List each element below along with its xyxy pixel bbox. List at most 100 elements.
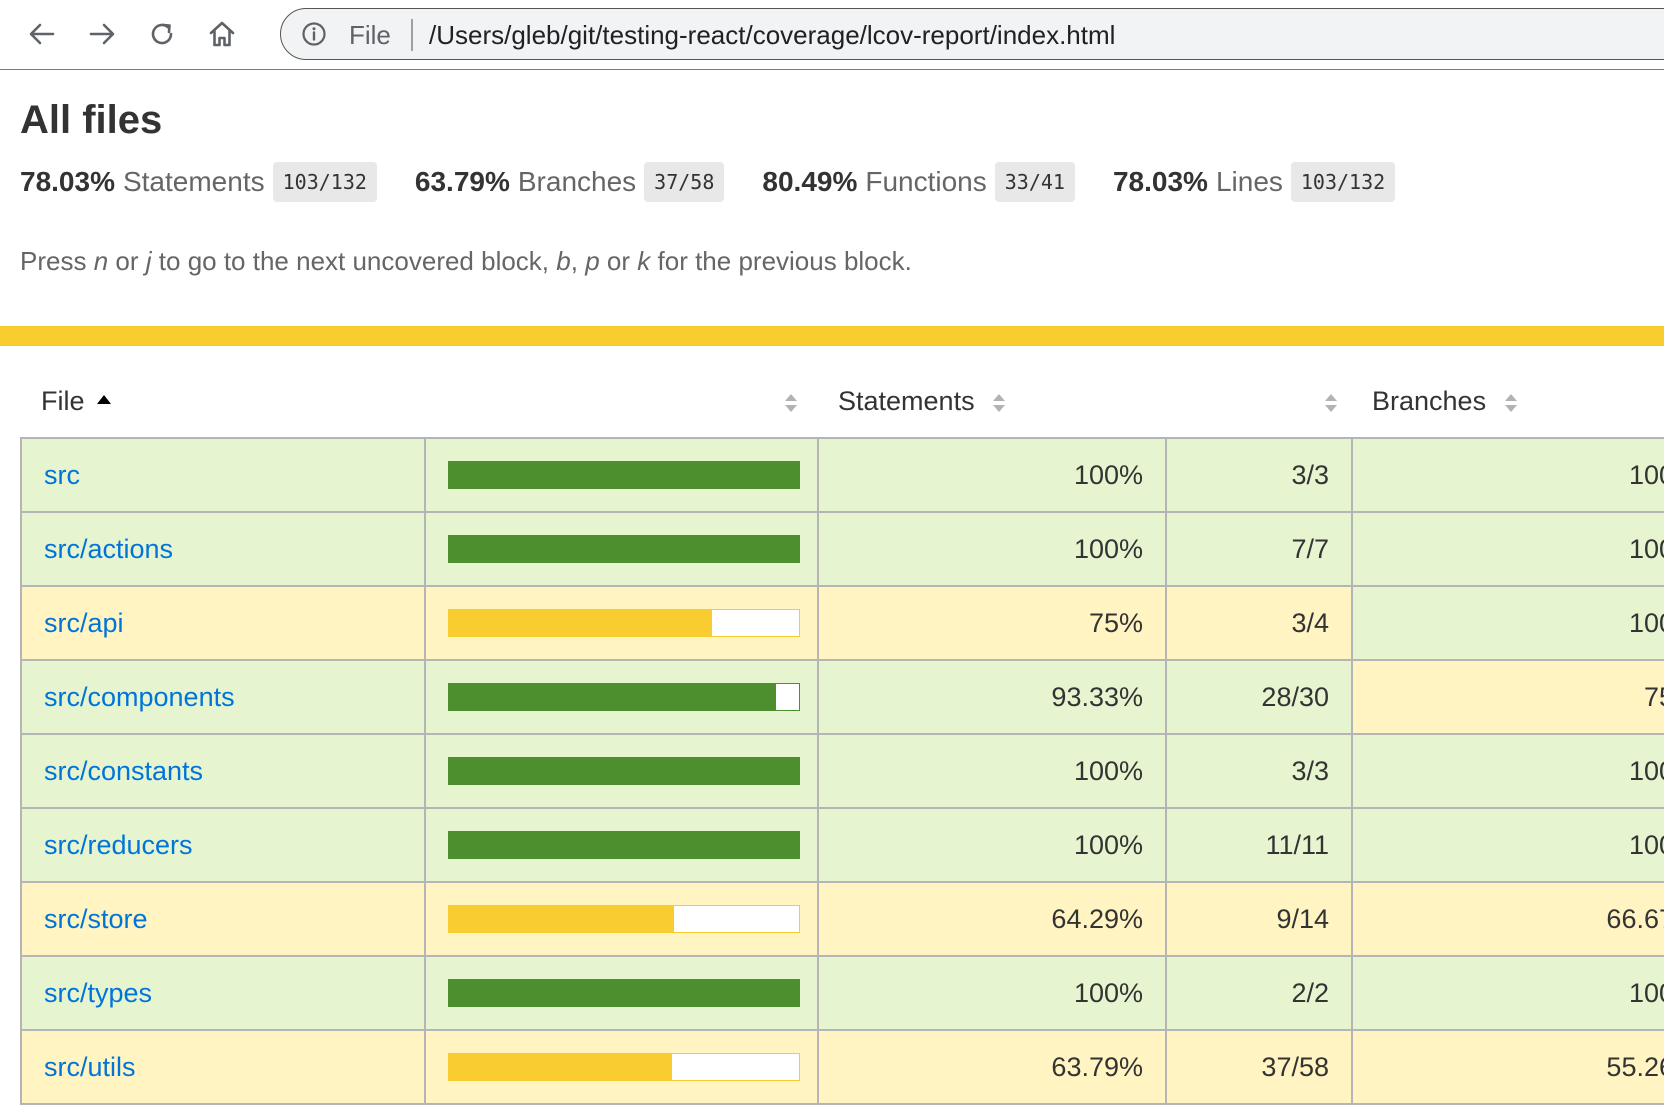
file-cell: src/reducers (20, 807, 426, 883)
statements-pct-cell: 75% (817, 585, 1167, 661)
hint-text: , (570, 246, 578, 276)
file-cell: src (20, 437, 426, 513)
file-cell: src/store (20, 881, 426, 957)
statements-column-header[interactable]: Statements (818, 366, 1166, 438)
statements-fraction-cell: 3/3 (1165, 733, 1353, 809)
statements-fraction-cell: 9/14 (1165, 881, 1353, 957)
hint-text: or (115, 246, 139, 276)
keyboard-hint: Press n or j to go to the next uncovered… (20, 246, 912, 277)
coverage-bar-fill (449, 536, 799, 562)
table-row: src/actions 100%7/7100% (20, 511, 1664, 587)
statements-fraction-cell: 37/58 (1165, 1029, 1353, 1105)
file-link[interactable]: src/store (44, 904, 148, 934)
summary-label: Statements (122, 166, 265, 197)
coverage-bar-fill (449, 610, 712, 636)
table-row: src/types 100%2/2100% (20, 955, 1664, 1031)
branches-pct-cell: 100% (1351, 807, 1664, 883)
summary-pct: 80.49% (762, 166, 858, 197)
statements-fraction-cell: 7/7 (1165, 511, 1353, 587)
statements-fraction-cell: 28/30 (1165, 659, 1353, 735)
coverage-bar-cell (424, 807, 819, 883)
summary-pct: 78.03% (1112, 166, 1208, 197)
file-link[interactable]: src/components (44, 682, 235, 712)
info-icon[interactable] (301, 21, 327, 47)
file-link[interactable]: src/types (44, 978, 152, 1008)
hint-text: Press (20, 246, 87, 276)
coverage-bar (448, 1053, 800, 1081)
hint-text: to go to the next uncovered block, (158, 246, 550, 276)
summary-pct: 78.03% (20, 166, 115, 197)
coverage-bar-fill (449, 906, 674, 932)
file-cell: src/constants (20, 733, 426, 809)
hint-key: p (585, 246, 600, 276)
coverage-bar-cell (424, 1029, 819, 1105)
branches-column-header[interactable]: Branches (1352, 366, 1664, 438)
url-scheme-label: File (349, 20, 391, 50)
coverage-bar-cell (424, 881, 819, 957)
reload-button[interactable] (142, 14, 182, 54)
file-link[interactable]: src/api (44, 608, 124, 638)
statements-fraction-cell: 2/2 (1165, 955, 1353, 1031)
statements-pct-cell: 100% (817, 807, 1167, 883)
table-row: src/utils 63.79%37/5855.26% (20, 1029, 1664, 1105)
statements-header-label: Statements (838, 386, 975, 416)
table-row: src/api 75%3/4100% (20, 585, 1664, 661)
summary-label: Lines (1215, 166, 1283, 197)
address-bar[interactable]: File /Users/gleb/git/testing-react/cover… (280, 8, 1664, 60)
branches-pct-cell: 75% (1351, 659, 1664, 735)
summary-pct: 63.79% (414, 166, 510, 197)
file-link[interactable]: src/constants (44, 756, 203, 786)
coverage-bar (448, 831, 800, 859)
coverage-bar (448, 683, 800, 711)
file-cell: src/api (20, 585, 426, 661)
file-link[interactable]: src/actions (44, 534, 173, 564)
coverage-bar-fill (449, 1054, 673, 1080)
summary-fraction: 33/41 (994, 162, 1075, 202)
coverage-status-strip (0, 326, 1664, 346)
branches-pct-cell: 100% (1351, 585, 1664, 661)
table-header-row: File Statements Branches (21, 366, 1664, 438)
table-row: src 100%3/3100% (20, 437, 1664, 513)
summary-branches: 63.79% Branches 37/58 (414, 162, 725, 202)
coverage-bar (448, 905, 800, 933)
address-divider (411, 19, 413, 51)
reload-icon (151, 23, 173, 45)
forward-button[interactable] (82, 14, 122, 54)
coverage-bar (448, 609, 800, 637)
statements-pct-cell: 100% (817, 511, 1167, 587)
statements-pct-cell: 100% (817, 733, 1167, 809)
hint-key: j (145, 246, 152, 276)
branches-pct-cell: 66.67% (1351, 881, 1664, 957)
hint-key: k (637, 246, 651, 276)
file-cell: src/components (20, 659, 426, 735)
coverage-bar-fill (449, 684, 776, 710)
statements-pct-cell: 93.33% (817, 659, 1167, 735)
table-row: src/reducers 100%11/11100% (20, 807, 1664, 883)
coverage-table: File Statements Branches src100%3/3100%s… (20, 366, 1664, 1105)
hint-text: or (606, 246, 631, 276)
statements-fraction-cell: 3/3 (1165, 437, 1353, 513)
branches-pct-cell: 55.26% (1351, 1029, 1664, 1105)
file-link[interactable]: src/utils (44, 1052, 136, 1082)
branches-pct-cell: 100% (1351, 437, 1664, 513)
summary-statements: 78.03% Statements 103/132 (20, 162, 377, 202)
url-text[interactable]: /Users/gleb/git/testing-react/coverage/l… (429, 20, 1115, 50)
coverage-bar-cell (424, 585, 819, 661)
file-cell: src/utils (20, 1029, 426, 1105)
file-column-header[interactable]: File (21, 366, 425, 438)
summary-functions: 80.49% Functions 33/41 (762, 162, 1075, 202)
file-link[interactable]: src/reducers (44, 830, 193, 860)
statements-fraction-cell: 11/11 (1165, 807, 1353, 883)
summary-label: Branches (517, 166, 637, 197)
file-cell: src/actions (20, 511, 426, 587)
bar-column-header[interactable] (425, 366, 818, 438)
statements-fraction-column-header[interactable] (1166, 366, 1352, 438)
file-link[interactable]: src (44, 460, 80, 490)
back-button[interactable] (22, 14, 62, 54)
coverage-bar-fill (449, 462, 799, 488)
home-button[interactable] (202, 14, 242, 54)
hint-key: b (556, 246, 571, 276)
hint-key: n (93, 246, 109, 276)
sort-icon (1504, 393, 1517, 412)
home-icon (209, 21, 235, 47)
